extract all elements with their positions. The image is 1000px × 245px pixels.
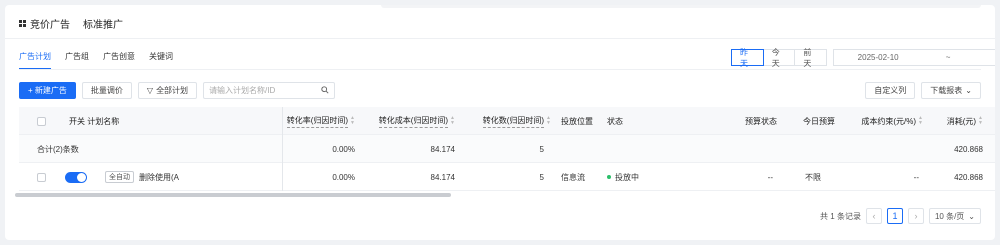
- table-header: 开关 计划名称 转化率(归因时间) ▲ ▼ 转化成本(归因时间) ▲ ▼ 转化数(归…: [19, 107, 995, 135]
- tab-creatives[interactable]: 广告创意: [103, 51, 135, 70]
- plan-filter-dropdown[interactable]: ▽ 全部计划: [137, 82, 198, 99]
- horizontal-scrollbar[interactable]: [15, 193, 451, 197]
- next-page-button[interactable]: ›: [907, 208, 924, 224]
- sort-icon: ▲ ▼: [350, 115, 355, 126]
- row-tag: 全自动: [91, 163, 134, 191]
- total-conversions: 5: [539, 144, 544, 154]
- preset-today[interactable]: 今天: [762, 48, 796, 68]
- plans-table: 开关 计划名称 转化率(归因时间) ▲ ▼ 转化成本(归因时间) ▲ ▼ 转化数(归…: [19, 107, 995, 191]
- chevron-down-icon: ⌄: [965, 86, 972, 95]
- row-daily-budget[interactable]: 不限: [805, 163, 821, 191]
- plan-filter-label: 全部计划: [156, 86, 189, 95]
- total-label: 合计(2)条数: [37, 144, 79, 154]
- col-cost-per-label: 转化成本(归因时间): [378, 115, 449, 128]
- plan-toggle[interactable]: [65, 163, 87, 191]
- batch-adjust-button[interactable]: 批量调价: [81, 82, 132, 99]
- page-1-button[interactable]: 1: [886, 208, 903, 224]
- sort-icon: ▲ ▼: [918, 115, 923, 126]
- sort-icon: ▲ ▼: [450, 115, 455, 126]
- page-size-select[interactable]: 10 条/页 ⌄: [928, 208, 981, 224]
- col-click-rate[interactable]: 转化率(归因时间) ▲ ▼: [271, 107, 355, 135]
- sort-icon: ▲ ▼: [978, 115, 983, 126]
- row-click-rate: 0.00%: [332, 172, 355, 182]
- row-cost-per: 84.174: [430, 172, 455, 182]
- main-card: 竞价广告 标准推广 广告计划 广告组 广告创意 关键词 昨天 今天 前天 202…: [5, 5, 995, 240]
- search-placeholder: 请输入计划名称/ID: [209, 86, 276, 95]
- page-subtitle: 标准推广: [83, 20, 123, 31]
- preset-day-before[interactable]: 前天: [794, 48, 828, 68]
- date-separator: ~: [945, 53, 951, 62]
- fixed-column-divider: [282, 107, 283, 191]
- col-cost-constraint-label: 成本约束(元/%): [861, 116, 917, 126]
- row-status: 投放中: [607, 163, 639, 191]
- pagination: 共 1 条记录 ‹ 1 › 10 条/页 ⌄: [820, 208, 981, 224]
- col-status: 状态: [607, 116, 623, 126]
- date-start: 2025-02-10: [857, 53, 899, 62]
- col-click-rate-label: 转化率(归因时间): [286, 115, 349, 128]
- tabs-divider: [19, 69, 981, 70]
- date-range-picker[interactable]: 2025-02-10 ~ 2025-02-10: [833, 49, 995, 66]
- download-report-button[interactable]: 下载报表 ⌄: [921, 82, 981, 99]
- table-total-row: 合计(2)条数 0.00% 84.174 5 420.868: [19, 135, 995, 163]
- row-budget-status: --: [767, 172, 773, 182]
- search-icon[interactable]: [321, 85, 329, 96]
- page-size-label: 10 条/页: [934, 211, 965, 221]
- top-scroll-stub: [381, 5, 981, 8]
- col-conversions-label: 转化数(归因时间): [482, 115, 545, 128]
- page-header: 竞价广告 标准推广: [5, 5, 995, 39]
- row-spend: 420.868: [954, 172, 983, 182]
- row-placement: 信息流: [561, 172, 585, 182]
- new-ad-button[interactable]: + 新建广告: [19, 82, 76, 99]
- col-daily-budget: 今日预算: [803, 116, 835, 126]
- tab-keywords[interactable]: 关键词: [149, 51, 173, 70]
- col-cost-constraint[interactable]: 成本约束(元/%) ▲ ▼: [839, 107, 923, 135]
- row-checkbox[interactable]: [37, 163, 46, 191]
- sort-icon: ▲ ▼: [546, 115, 551, 126]
- auto-tag: 全自动: [105, 171, 134, 183]
- grid-icon: [19, 20, 26, 27]
- col-name: 开关 计划名称: [69, 116, 120, 126]
- col-spend[interactable]: 消耗(元) ▲ ▼: [927, 107, 983, 135]
- date-filter: 昨天 今天 前天 2025-02-10 ~ 2025-02-10: [731, 48, 995, 68]
- chevron-down-icon: ⌄: [968, 211, 975, 221]
- status-dot-icon: [607, 175, 611, 179]
- col-spend-label: 消耗(元): [946, 116, 977, 126]
- total-records: 共 1 条记录: [820, 211, 861, 221]
- tab-bar: 广告计划 广告组 广告创意 关键词: [19, 51, 187, 70]
- select-all-checkbox[interactable]: [37, 107, 46, 135]
- page-title: 竞价广告: [30, 20, 70, 31]
- col-placement: 投放位置: [561, 116, 593, 126]
- table-tools: 自定义列 下载报表 ⌄: [865, 82, 981, 99]
- tab-groups[interactable]: 广告组: [65, 51, 89, 70]
- download-report-label: 下载报表: [930, 86, 963, 95]
- total-spend: 420.868: [954, 144, 983, 154]
- total-click-rate: 0.00%: [332, 144, 355, 154]
- customize-columns-button[interactable]: 自定义列: [865, 82, 916, 99]
- brand: 竞价广告: [19, 16, 70, 31]
- table-row: 全自动 删除使用(A 0.00% 84.174 5 信息流 投放中 -- 不限 …: [19, 163, 995, 191]
- row-conversions: 5: [539, 172, 544, 182]
- prev-page-button[interactable]: ‹: [865, 208, 882, 224]
- row-plan-name[interactable]: 删除使用(A: [139, 163, 179, 191]
- col-budget-status: 预算状态: [745, 116, 777, 126]
- row-status-label: 投放中: [615, 172, 639, 182]
- tab-plans[interactable]: 广告计划: [19, 51, 51, 70]
- preset-yesterday[interactable]: 昨天: [731, 48, 764, 68]
- search-input[interactable]: 请输入计划名称/ID: [203, 82, 336, 99]
- col-cost-per[interactable]: 转化成本(归因时间) ▲ ▼: [361, 107, 455, 135]
- filter-icon: ▽: [146, 86, 154, 95]
- total-cost-per: 84.174: [430, 144, 455, 154]
- toolbar: + 新建广告 批量调价 ▽ 全部计划 请输入计划名称/ID: [19, 82, 336, 99]
- col-conversions[interactable]: 转化数(归因时间) ▲ ▼: [465, 107, 551, 135]
